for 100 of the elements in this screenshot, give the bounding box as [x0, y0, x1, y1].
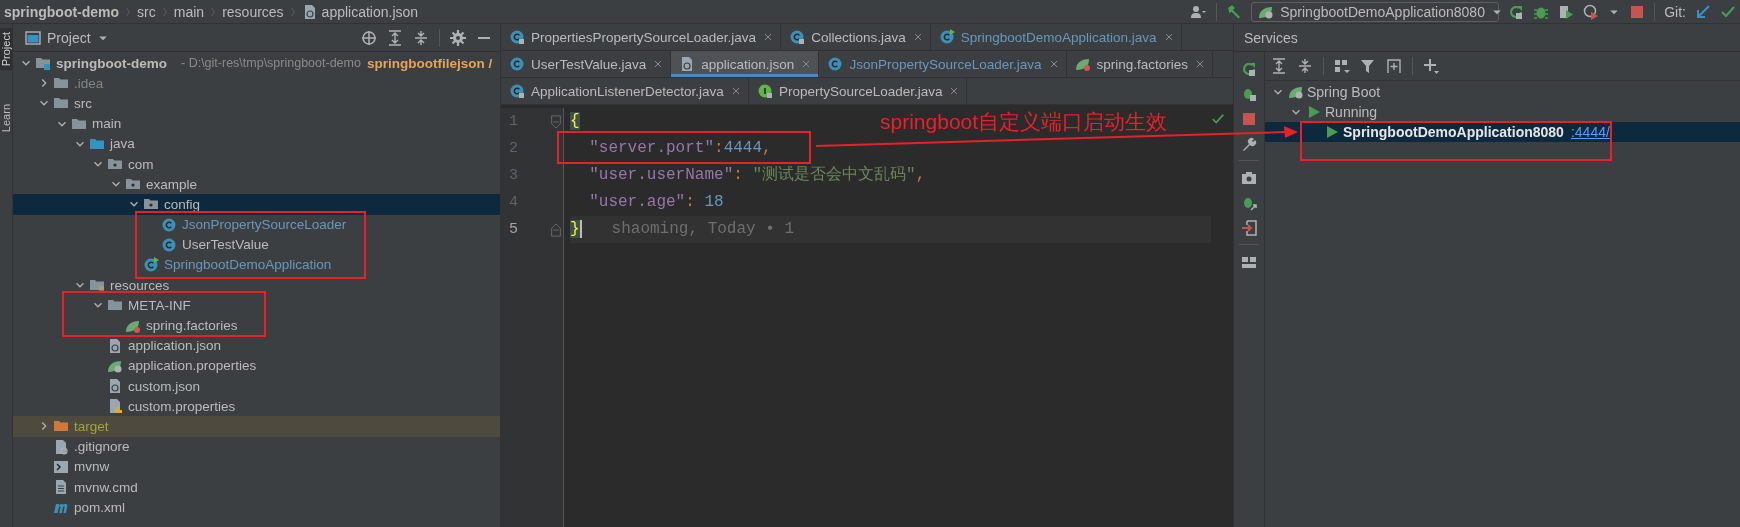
rerun-icon[interactable]	[1241, 60, 1257, 77]
tree-item[interactable]: pom.xml	[13, 497, 500, 518]
tree-item[interactable]: .idea	[13, 73, 500, 94]
tree-item[interactable]: SpringbootDemoApplication	[13, 254, 500, 276]
item-label: JsonPropertySourceLoader	[182, 217, 347, 233]
annotation-text: springboot自定义端口启动生效	[880, 109, 1168, 135]
tree-item[interactable]: Spring Boot	[1265, 82, 1740, 102]
breadcrumb-item[interactable]: src	[137, 3, 156, 20]
item-label: application.properties	[128, 358, 257, 374]
tree-item[interactable]: application.properties	[13, 355, 500, 376]
git-label: Git:	[1664, 3, 1686, 20]
tab-label: ApplicationListenerDetector.java	[531, 83, 724, 99]
settings-icon[interactable]	[450, 29, 466, 46]
class-icon	[509, 83, 525, 99]
stop-icon[interactable]	[1241, 110, 1257, 127]
collapse-all-icon[interactable]	[1297, 58, 1313, 74]
add-icon[interactable]	[1423, 58, 1439, 74]
tree-item[interactable]: META-INF	[13, 295, 500, 316]
tab-label: Collections.java	[811, 29, 906, 45]
stop-icon[interactable]	[1629, 3, 1646, 20]
tree-item[interactable]: mvnw.cmd	[13, 476, 500, 498]
tab-label: UserTestValue.java	[531, 56, 647, 72]
tree-item[interactable]: src	[13, 93, 500, 114]
tree-item[interactable]: JsonPropertySourceLoader	[13, 214, 500, 235]
editor-tab[interactable]: ApplicationListenerDetector.java	[501, 78, 749, 104]
editor-tab[interactable]: PropertySourceLoader.java	[748, 78, 968, 104]
tree-item[interactable]: main	[13, 113, 500, 134]
item-label: UserTestValue	[182, 237, 269, 253]
tree-item[interactable]: config	[13, 194, 500, 215]
class-icon	[827, 56, 844, 72]
tree-item[interactable]: application.json	[13, 335, 500, 356]
project-path: - D:\git-res\tmp\springboot-demo	[181, 56, 361, 71]
group-icon[interactable]	[1334, 58, 1350, 74]
terminal-icon	[53, 458, 69, 475]
editor-tab[interactable]: SpringbootDemoApplication.java	[930, 24, 1182, 50]
tree-item[interactable]: spring.factories	[13, 315, 500, 336]
line-number: 5	[509, 221, 518, 238]
tool-window-tab[interactable]: Project	[0, 28, 12, 71]
user-icon[interactable]	[1189, 3, 1208, 20]
profiler-icon[interactable]	[1583, 3, 1600, 20]
expand-all-icon[interactable]	[387, 29, 403, 46]
tree-item[interactable]: com	[13, 153, 500, 175]
item-label: META-INF	[128, 297, 191, 313]
code-line: "user.userName": "测试是否会中文乱码",	[588, 165, 926, 184]
wrench-icon[interactable]	[1241, 135, 1257, 152]
update-arrow-icon[interactable]	[1695, 3, 1711, 20]
tab-label: application.json	[701, 56, 795, 72]
expand-all-icon[interactable]	[1271, 58, 1287, 74]
item-label: application.json	[128, 338, 222, 354]
item-label: SpringbootDemoApplication	[164, 257, 332, 273]
breadcrumb-item[interactable]: main	[173, 3, 205, 20]
class-icon	[938, 29, 955, 45]
tree-item[interactable]: .gitignore	[13, 436, 500, 457]
code-line: "user.age": 18	[588, 192, 724, 211]
class-icon	[143, 256, 159, 273]
rerun-icon[interactable]	[1508, 3, 1525, 20]
locate-icon[interactable]	[361, 29, 377, 46]
add-frame-icon[interactable]	[1386, 58, 1402, 74]
login-icon[interactable]	[1241, 219, 1257, 236]
code-line: } shaoming, Today • 1	[570, 219, 795, 238]
tab-label: spring.factories	[1096, 56, 1189, 72]
coverage-icon[interactable]	[1558, 3, 1575, 20]
tree-item[interactable]: example	[13, 174, 500, 195]
window-icon	[25, 29, 41, 46]
tab-label: PropertySourceLoader.java	[778, 83, 943, 99]
breadcrumb-item[interactable]: resources	[222, 3, 284, 20]
item-label: springboot-demo	[56, 55, 167, 71]
view-dropdown[interactable]: Project	[21, 29, 113, 46]
tree-item[interactable]: custom.json	[13, 376, 500, 397]
editor-tab[interactable]: spring.factories	[1066, 51, 1214, 77]
code-line: "server.port":4444,	[588, 138, 772, 157]
tree-item[interactable]: resources	[13, 275, 500, 296]
editor-tab[interactable]: application.json	[671, 51, 820, 77]
breadcrumb-item[interactable]: springboot-demo	[4, 3, 120, 20]
item-label: custom.json	[128, 378, 201, 394]
tree-item[interactable]: target	[13, 416, 500, 437]
hammer-icon[interactable]	[1226, 3, 1243, 20]
leaf-icon	[1074, 56, 1091, 72]
run-configuration-dropdown[interactable]: SpringbootDemoApplication8080	[1251, 1, 1500, 22]
class-icon	[509, 56, 525, 72]
tree-item[interactable]: mvnw	[13, 456, 500, 477]
tree-item[interactable]: Running	[1265, 102, 1740, 122]
tree-item[interactable]: java	[13, 133, 500, 154]
tree-item[interactable]: springboot-demo - D:\git-res\tmp\springboot-demo springbootfilejson /	[13, 53, 500, 74]
tree-item[interactable]: UserTestValue	[13, 234, 500, 255]
breadcrumb-item[interactable]: application.json	[321, 3, 419, 20]
editor-tab[interactable]: JsonPropertySourceLoader.java	[819, 51, 1067, 77]
tree-item[interactable]: custom.properties	[13, 396, 500, 417]
collapse-all-icon[interactable]	[413, 29, 429, 46]
editor-tab[interactable]: PropertiesPropertySourceLoader.java	[501, 24, 782, 50]
tab-label: PropertiesPropertySourceLoader.java	[531, 29, 757, 45]
tool-window-tab[interactable]: Learn	[0, 100, 12, 137]
item-label: example	[146, 176, 198, 192]
port-link[interactable]: :4444/	[1570, 124, 1610, 140]
class-icon	[161, 236, 177, 253]
editor-tab[interactable]: Collections.java	[781, 24, 931, 50]
tree-item[interactable]: SpringbootDemoApplication8080 :4444/	[1265, 122, 1740, 142]
item-label: java	[110, 136, 135, 152]
filter-icon[interactable]	[1360, 58, 1376, 74]
camera-icon[interactable]	[1241, 169, 1257, 186]
